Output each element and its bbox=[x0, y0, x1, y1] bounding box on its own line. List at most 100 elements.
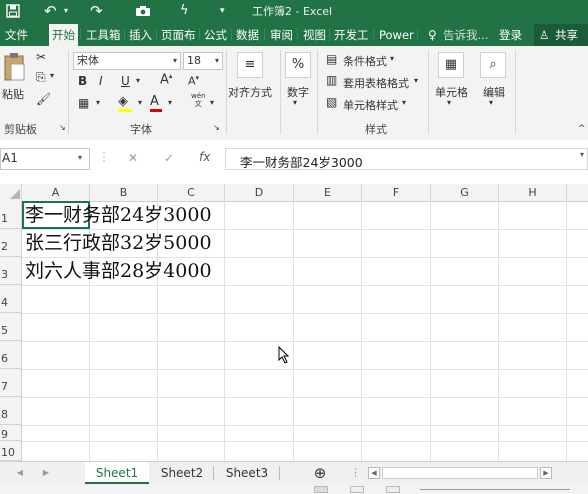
column-header[interactable]: A bbox=[22, 184, 90, 201]
camera-icon[interactable] bbox=[135, 0, 151, 22]
add-sheet-icon[interactable]: ⊕ bbox=[310, 462, 330, 484]
font-launcher-icon[interactable]: ↘ bbox=[213, 123, 220, 132]
tab-home[interactable]: 开始 bbox=[49, 24, 78, 46]
font-color-dropdown-icon[interactable]: ▾ bbox=[168, 98, 172, 107]
cancel-icon[interactable]: ✕ bbox=[128, 151, 138, 165]
cells-icon[interactable]: ▦ bbox=[438, 52, 464, 78]
row-header[interactable]: 10 bbox=[0, 441, 22, 461]
phonetic-guide-icon[interactable]: wén 文 bbox=[191, 92, 205, 108]
sheet-tab-sheet2[interactable]: Sheet2 bbox=[152, 462, 212, 484]
tab-page-layout[interactable]: 页面布 bbox=[158, 24, 199, 46]
tab-file[interactable]: 文件 bbox=[2, 24, 31, 46]
bold-button[interactable]: B bbox=[78, 74, 87, 88]
search-icon[interactable]: ⌕ bbox=[480, 52, 506, 78]
paste-icon[interactable] bbox=[2, 52, 28, 84]
copy-dropdown-icon[interactable]: ▾ bbox=[50, 71, 54, 80]
editing-dropdown-icon[interactable]: ▾ bbox=[489, 98, 493, 107]
cell-a2[interactable]: 张三行政部32岁5000 bbox=[25, 229, 212, 257]
cell-styles-button[interactable]: 单元格样式 bbox=[343, 97, 398, 113]
tab-developer[interactable]: 开发工 bbox=[331, 24, 372, 46]
format-table-dropdown-icon[interactable]: ▾ bbox=[414, 76, 418, 85]
increase-font-icon[interactable]: A▴ bbox=[160, 72, 172, 87]
tell-me-search[interactable]: 告诉我... bbox=[440, 24, 491, 46]
editing-label[interactable]: 编辑 bbox=[483, 84, 505, 100]
number-format-icon[interactable]: % bbox=[285, 52, 311, 78]
row-header[interactable]: 9 bbox=[0, 425, 22, 441]
next-sheet-icon[interactable]: ▶ bbox=[40, 462, 52, 484]
save-icon[interactable] bbox=[6, 0, 20, 22]
phonetic-dropdown-icon[interactable]: ▾ bbox=[210, 98, 214, 107]
row-header[interactable]: 7 bbox=[0, 369, 22, 397]
borders-icon[interactable]: ▦ bbox=[78, 96, 89, 110]
font-color-icon[interactable]: A bbox=[150, 94, 159, 109]
fill-color-dropdown-icon[interactable]: ▾ bbox=[138, 98, 142, 107]
prev-sheet-icon[interactable]: ◀ bbox=[14, 462, 26, 484]
paste-label[interactable]: 粘贴 bbox=[2, 86, 24, 102]
underline-dropdown-icon[interactable]: ▾ bbox=[136, 76, 140, 85]
column-header[interactable]: H bbox=[499, 184, 567, 201]
row-header[interactable]: 1 bbox=[0, 201, 22, 229]
undo-dropdown-icon[interactable]: ▾ bbox=[64, 0, 68, 22]
tab-review[interactable]: 审阅 bbox=[267, 24, 296, 46]
column-header[interactable]: C bbox=[158, 184, 225, 201]
copy-icon[interactable]: ⎘ bbox=[36, 70, 46, 85]
cut-icon[interactable]: ✂ bbox=[36, 50, 46, 64]
column-header[interactable]: G bbox=[431, 184, 499, 201]
row-header[interactable]: 3 bbox=[0, 257, 22, 285]
undo-icon[interactable]: ↶ bbox=[44, 0, 57, 22]
alignment-label[interactable]: 对齐方式 bbox=[228, 84, 272, 100]
row-header[interactable]: 2 bbox=[0, 229, 22, 257]
tab-data[interactable]: 数据 bbox=[233, 24, 262, 46]
format-table-icon[interactable]: ▥ bbox=[326, 73, 337, 87]
column-header[interactable]: D bbox=[225, 184, 294, 201]
insert-function-icon[interactable]: fx bbox=[199, 150, 210, 164]
font-name-combo[interactable]: 宋体 ▾ bbox=[73, 52, 181, 70]
name-box[interactable]: A1 ▾ bbox=[0, 148, 90, 170]
number-dropdown-icon[interactable]: ▾ bbox=[293, 98, 297, 107]
column-header[interactable]: E bbox=[294, 184, 362, 201]
touch-mode-icon[interactable]: ϟ bbox=[180, 0, 189, 22]
scroll-left-icon[interactable]: ◀ bbox=[368, 467, 380, 479]
tab-formulas[interactable]: 公式 bbox=[201, 24, 230, 46]
conditional-dropdown-icon[interactable]: ▾ bbox=[390, 54, 394, 63]
column-header[interactable]: F bbox=[362, 184, 431, 201]
cell-styles-icon[interactable]: ▧ bbox=[326, 95, 337, 109]
tab-toolbox[interactable]: 工具箱 bbox=[83, 24, 124, 46]
column-header[interactable]: B bbox=[90, 184, 158, 201]
fill-color-icon[interactable]: ◈ bbox=[118, 94, 128, 109]
sheet-tab-sheet1[interactable]: Sheet1 bbox=[85, 462, 149, 484]
cells-label[interactable]: 单元格 bbox=[435, 84, 468, 100]
number-label[interactable]: 数字 bbox=[287, 84, 309, 100]
row-header[interactable]: 5 bbox=[0, 313, 22, 341]
cells-dropdown-icon[interactable]: ▾ bbox=[447, 98, 451, 107]
conditional-format-icon[interactable]: ▤ bbox=[326, 52, 337, 66]
cell-styles-dropdown-icon[interactable]: ▾ bbox=[402, 98, 406, 107]
font-size-combo[interactable]: 18 ▾ bbox=[183, 52, 223, 70]
tab-power[interactable]: Power bbox=[376, 24, 417, 46]
select-all-corner[interactable] bbox=[0, 184, 22, 201]
conditional-format-button[interactable]: 条件格式 bbox=[343, 53, 387, 69]
page-break-view-icon[interactable] bbox=[386, 486, 400, 493]
tab-insert[interactable]: 插入 bbox=[126, 24, 155, 46]
zoom-slider[interactable] bbox=[420, 489, 570, 490]
underline-button[interactable]: U bbox=[121, 74, 130, 88]
collapse-ribbon-icon[interactable]: ^ bbox=[578, 124, 586, 134]
horizontal-scrollbar[interactable] bbox=[382, 467, 538, 479]
enter-icon[interactable]: ✓ bbox=[164, 151, 174, 165]
decrease-font-icon[interactable]: A▾ bbox=[188, 74, 199, 88]
borders-dropdown-icon[interactable]: ▾ bbox=[96, 98, 100, 107]
row-header[interactable]: 8 bbox=[0, 397, 22, 425]
redo-icon[interactable]: ↷ bbox=[90, 0, 103, 22]
tab-view[interactable]: 视图 bbox=[300, 24, 329, 46]
row-header[interactable]: 6 bbox=[0, 341, 22, 369]
expand-formula-icon[interactable]: ▾ bbox=[580, 150, 584, 159]
sheet-tab-sheet3[interactable]: Sheet3 bbox=[217, 462, 277, 484]
sign-in-link[interactable]: 登录 bbox=[496, 24, 525, 46]
format-painter-icon[interactable]: 🖌 bbox=[36, 92, 51, 106]
formula-input[interactable]: 李一财务部24岁3000 bbox=[225, 148, 588, 170]
alignment-icon[interactable]: ≡ bbox=[237, 52, 263, 78]
italic-button[interactable]: I bbox=[99, 74, 103, 88]
scroll-right-icon[interactable]: ▶ bbox=[540, 467, 552, 479]
cell-a3[interactable]: 刘六人事部28岁4000 bbox=[25, 257, 212, 285]
clipboard-launcher-icon[interactable]: ↘ bbox=[59, 123, 66, 132]
